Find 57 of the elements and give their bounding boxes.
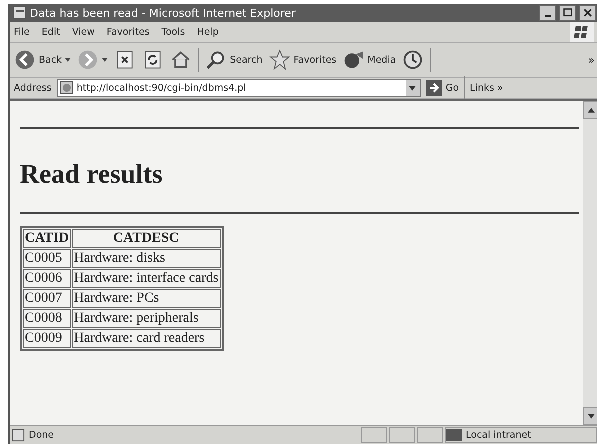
maximize-icon	[562, 8, 572, 18]
zone-indicator: Local intranet	[445, 427, 597, 443]
vertical-scrollbar[interactable]	[583, 101, 597, 425]
go-button[interactable]: Go	[426, 80, 460, 96]
search-button[interactable]: Search	[205, 49, 263, 71]
media-button[interactable]: Media	[342, 49, 396, 71]
table-cell: Hardware: peripherals	[72, 309, 221, 328]
history-button[interactable]	[402, 49, 424, 71]
table-cell: C0006	[23, 269, 72, 288]
table-cell: C0005	[23, 249, 72, 268]
menu-item[interactable]: View	[72, 26, 95, 38]
menu-item[interactable]: Tools	[162, 26, 186, 38]
dropdown-button[interactable]	[406, 80, 420, 96]
table-cell: Hardware: PCs	[72, 289, 221, 308]
menu-item[interactable]: File	[14, 26, 30, 38]
minimize-icon	[544, 15, 550, 17]
url-text: http://localhost:90/cgi-bin/dbms4.pl	[76, 82, 246, 94]
home-icon	[170, 49, 192, 71]
media-icon	[342, 49, 365, 71]
table-cell: C0009	[23, 329, 72, 348]
up-arrow-icon	[588, 108, 594, 112]
column-header: CATDESC	[72, 229, 221, 248]
toolbar-more-button[interactable]: »	[588, 54, 595, 66]
caret-icon	[65, 58, 72, 62]
close-button[interactable]	[579, 5, 596, 21]
scroll-up-button[interactable]	[583, 101, 597, 119]
page-icon	[12, 428, 25, 442]
flag-logo-icon	[569, 22, 595, 42]
arrow-icon	[426, 80, 442, 96]
address-label: Address	[14, 82, 52, 94]
back-button[interactable]: Back	[14, 49, 72, 71]
page-icon	[60, 81, 74, 95]
window-title: Data has been read - Microsoft Internet Explorer	[30, 6, 296, 20]
maximize-button[interactable]	[559, 5, 576, 21]
menu-item[interactable]: Edit	[42, 26, 60, 38]
down-arrow-icon	[588, 414, 594, 418]
column-header: CATID	[23, 229, 72, 248]
table-cell: C0008	[23, 309, 72, 328]
star-icon	[268, 49, 291, 71]
menu-item[interactable]: Favorites	[106, 26, 150, 38]
page-heading: Read results	[20, 159, 164, 190]
status-text: Done	[29, 430, 54, 440]
caret-icon	[409, 86, 416, 90]
table-cell: Hardware: interface cards	[72, 269, 221, 288]
menu-item[interactable]: Help	[197, 26, 219, 38]
table-cell: Hardware: disks	[72, 249, 221, 268]
table-cell: C0007	[23, 289, 72, 308]
favorites-button[interactable]: Favorites	[268, 49, 337, 71]
minimize-button[interactable]	[539, 5, 556, 21]
links-button[interactable]: Links »	[470, 82, 504, 94]
home-button[interactable]	[170, 49, 192, 71]
network-icon	[446, 429, 462, 441]
table-cell: Hardware: card readers	[72, 329, 221, 348]
close-icon	[582, 8, 592, 18]
caret-icon	[102, 58, 108, 62]
scroll-down-button[interactable]	[583, 407, 597, 425]
clock-icon	[402, 49, 424, 71]
